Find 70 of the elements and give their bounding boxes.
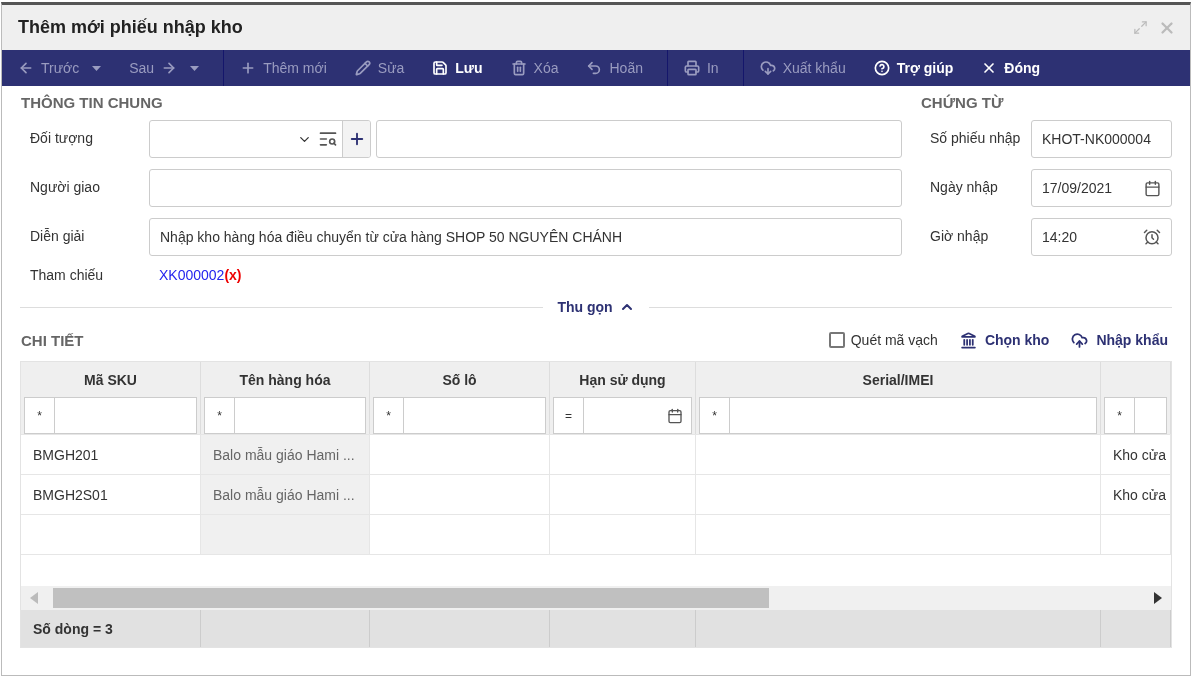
alarm-clock-icon: [1143, 228, 1161, 246]
filter-field[interactable]: [54, 397, 197, 434]
cloud-download-icon: [759, 60, 776, 76]
section-title: CHI TIẾT: [20, 331, 84, 349]
table-cell: Kho cửa: [1101, 434, 1171, 474]
field-label: Số phiếu nhập: [929, 129, 1022, 146]
filter-operator[interactable]: *: [373, 397, 403, 434]
table-cell: BMGH2S01: [21, 474, 201, 514]
field-label: Ngày nhập: [929, 178, 999, 195]
filter-operator[interactable]: *: [24, 397, 54, 434]
column-header: Mã SKU: [21, 362, 201, 397]
toolbar-button[interactable]: Đóng: [971, 50, 1051, 86]
undo-icon: [586, 60, 603, 76]
filter-field[interactable]: [583, 397, 692, 434]
add-button[interactable]: [342, 121, 370, 157]
input-field[interactable]: KHOT-NK000004: [1031, 120, 1172, 158]
horizontal-scrollbar[interactable]: [21, 586, 1171, 610]
help-icon: [873, 60, 890, 76]
toolbar-button[interactable]: Trợ giúp: [863, 50, 964, 86]
collapse-button[interactable]: Thu gọn: [557, 299, 635, 315]
toolbar-button[interactable]: Lưu: [422, 50, 493, 86]
input-field[interactable]: Nhập kho hàng hóa điều chuyển từ cửa hàng SHOP 50 NGUYÊN CHÁNH: [149, 218, 902, 256]
scroll-left-icon[interactable]: [30, 592, 38, 604]
search-list-icon: [318, 129, 338, 149]
bank-icon: [959, 331, 977, 349]
section-title: THÔNG TIN CHUNG: [20, 94, 164, 113]
section-title: CHỨNG TỪ: [920, 94, 1005, 113]
remove-link[interactable]: (x): [224, 267, 242, 283]
window-title: Thêm mới phiếu nhập kho: [18, 17, 244, 38]
action-link[interactable]: Chọn kho: [959, 331, 1050, 349]
checkbox[interactable]: [828, 332, 845, 348]
field-label: Giờ nhập: [929, 227, 990, 244]
cloud-upload-icon: [1071, 331, 1089, 349]
table-cell: BMGH201: [21, 434, 201, 474]
field-label: Tham chiếu: [29, 267, 105, 283]
filter-field[interactable]: [1134, 397, 1167, 434]
trash-icon: [510, 60, 527, 76]
pencil-icon: [354, 60, 371, 76]
field-label: Đối tượng: [29, 129, 94, 146]
calendar-icon: [1144, 179, 1161, 197]
filter-field[interactable]: [234, 397, 366, 434]
table-cell: Kho cửa: [1101, 474, 1171, 514]
filter-operator[interactable]: *: [699, 397, 729, 434]
input-field[interactable]: [149, 169, 902, 207]
field-label: Người giao: [29, 178, 101, 195]
table-cell: Balo mẫu giáo Hami ...: [201, 434, 370, 474]
maximize-icon[interactable]: [1133, 20, 1148, 35]
lookup-field[interactable]: [149, 120, 371, 158]
filter-field[interactable]: [403, 397, 546, 434]
row-count: Số dòng = 3: [21, 610, 201, 647]
field-label: Diễn giải: [29, 227, 86, 244]
filter-field[interactable]: [729, 397, 1097, 434]
column-header: Tên hàng hóa: [201, 362, 370, 397]
printer-icon: [683, 60, 700, 76]
filter-operator[interactable]: *: [1104, 397, 1134, 434]
column-header: Hạn sử dụng: [550, 362, 696, 397]
checkbox-label: Quét mã vạch: [850, 332, 938, 348]
calendar-icon: [667, 407, 683, 424]
filter-operator[interactable]: *: [204, 397, 234, 434]
save-icon: [432, 60, 449, 76]
column-header: Serial/IMEI: [696, 362, 1101, 397]
input-field[interactable]: [376, 120, 902, 158]
time-field[interactable]: 14:20: [1031, 218, 1172, 256]
column-header: Số lô: [370, 362, 550, 397]
table-cell: Balo mẫu giáo Hami ...: [201, 474, 370, 514]
reference-link[interactable]: XK000002: [159, 267, 225, 283]
action-link[interactable]: Nhập khẩu: [1071, 331, 1168, 349]
filter-operator[interactable]: =: [553, 397, 583, 434]
scroll-right-icon[interactable]: [1154, 592, 1162, 604]
date-field[interactable]: 17/09/2021: [1031, 169, 1172, 207]
